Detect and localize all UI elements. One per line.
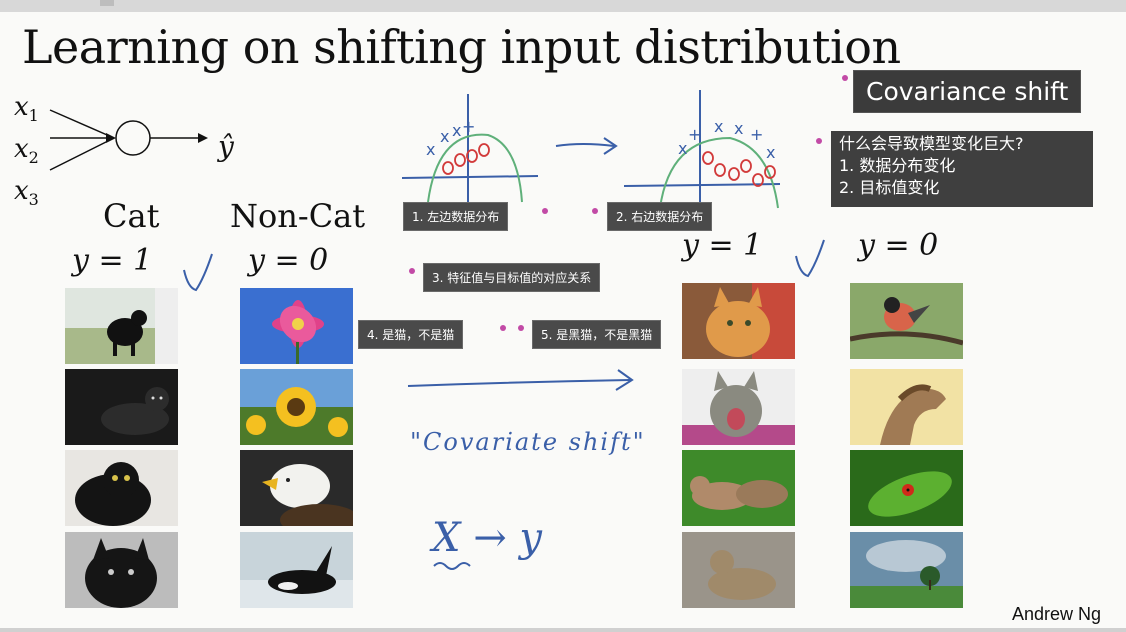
right-noncat-y: y = 0 [858, 228, 939, 263]
photo-orca [240, 532, 353, 608]
question-box[interactable]: 什么会导致模型变化巨大? 1. 数据分布变化 2. 目标值变化 [831, 131, 1093, 207]
annotation-dot [500, 325, 506, 331]
x-to-y-handwriting: X → y [432, 515, 543, 561]
annotation-dot [518, 325, 524, 331]
left-noncat-y: y = 0 [248, 243, 329, 278]
photo-ladybug-leaf [850, 450, 963, 526]
noncat-label: Non-Cat [230, 197, 366, 235]
photo-tabby-cat-yawning [682, 369, 795, 445]
bottom-bar [0, 628, 1126, 632]
right-scatter-sketch: x + x x + x [623, 90, 781, 213]
photo-black-cat-yellow-eyes [65, 450, 178, 526]
svg-text:x: x [734, 119, 743, 138]
sketch-arrow [555, 137, 618, 155]
answer-2: 2. 目标值变化 [839, 178, 940, 197]
input-x1: x1 [14, 92, 39, 126]
annotation-dot [816, 138, 822, 144]
annotation-right-distribution[interactable]: 2. 右边数据分布 [607, 202, 713, 231]
top-strip [0, 0, 1126, 12]
annotation-dot [409, 268, 415, 274]
photo-pink-flower [240, 288, 353, 364]
output-yhat: ŷ [218, 130, 234, 163]
svg-text:x: x [714, 117, 723, 136]
annotation-is-cat[interactable]: 4. 是猫，不是猫 [358, 320, 464, 349]
photo-tabby-cat-gravel [682, 532, 795, 608]
annotation-dot [842, 75, 848, 81]
svg-text:x: x [426, 140, 435, 159]
photo-orange-cat [682, 283, 795, 359]
author-credit: Andrew Ng [1012, 604, 1102, 624]
neuron-lines [49, 109, 208, 171]
left-cat-y: y = 1 [72, 243, 153, 278]
photo-tree-landscape [850, 532, 963, 608]
photo-bird-on-branch [850, 283, 963, 359]
annotation-is-black-cat[interactable]: 5. 是黑猫，不是黑猫 [532, 320, 662, 349]
svg-text:x: x [678, 139, 687, 158]
right-cat-y: y = 1 [682, 228, 763, 263]
top-strip-nub [100, 0, 114, 6]
photo-bald-eagle [240, 450, 353, 526]
annotation-dot [592, 208, 598, 214]
photo-sunflower [240, 369, 353, 445]
annotation-feature-target[interactable]: 3. 特征值与目标值的对应关系 [423, 263, 601, 292]
covariate-shift-handwriting: "Covariate shift" [410, 428, 646, 456]
svg-text:+: + [750, 125, 763, 144]
photo-cats-on-grass [682, 450, 795, 526]
svg-text:+: + [688, 125, 701, 144]
photo-horse [850, 369, 963, 445]
svg-text:x: x [440, 127, 449, 146]
annotation-dot [542, 208, 548, 214]
covariance-shift-tag[interactable]: Covariance shift [853, 70, 1082, 113]
question-text: 什么会导致模型变化巨大? [839, 134, 1024, 153]
svg-text:x: x [766, 143, 775, 162]
photo-black-cat-dark [65, 369, 178, 445]
annotation-left-distribution[interactable]: 1. 左边数据分布 [403, 202, 509, 231]
answer-1: 1. 数据分布变化 [839, 156, 956, 175]
x-underline [433, 562, 471, 570]
long-arrow [407, 369, 634, 391]
input-x3: x3 [14, 176, 39, 210]
check-mark-right [795, 239, 825, 278]
photo-black-cat-grass [65, 288, 178, 364]
svg-text:x: x [452, 121, 461, 140]
input-x2: x2 [14, 134, 39, 168]
photo-black-kitten [65, 532, 178, 608]
slide-title: Learning on shifting input distribution [22, 20, 901, 74]
check-mark-left [183, 253, 213, 292]
svg-text:+: + [462, 117, 475, 136]
cat-label: Cat [103, 197, 160, 235]
left-scatter-sketch: x x x + [401, 94, 539, 205]
